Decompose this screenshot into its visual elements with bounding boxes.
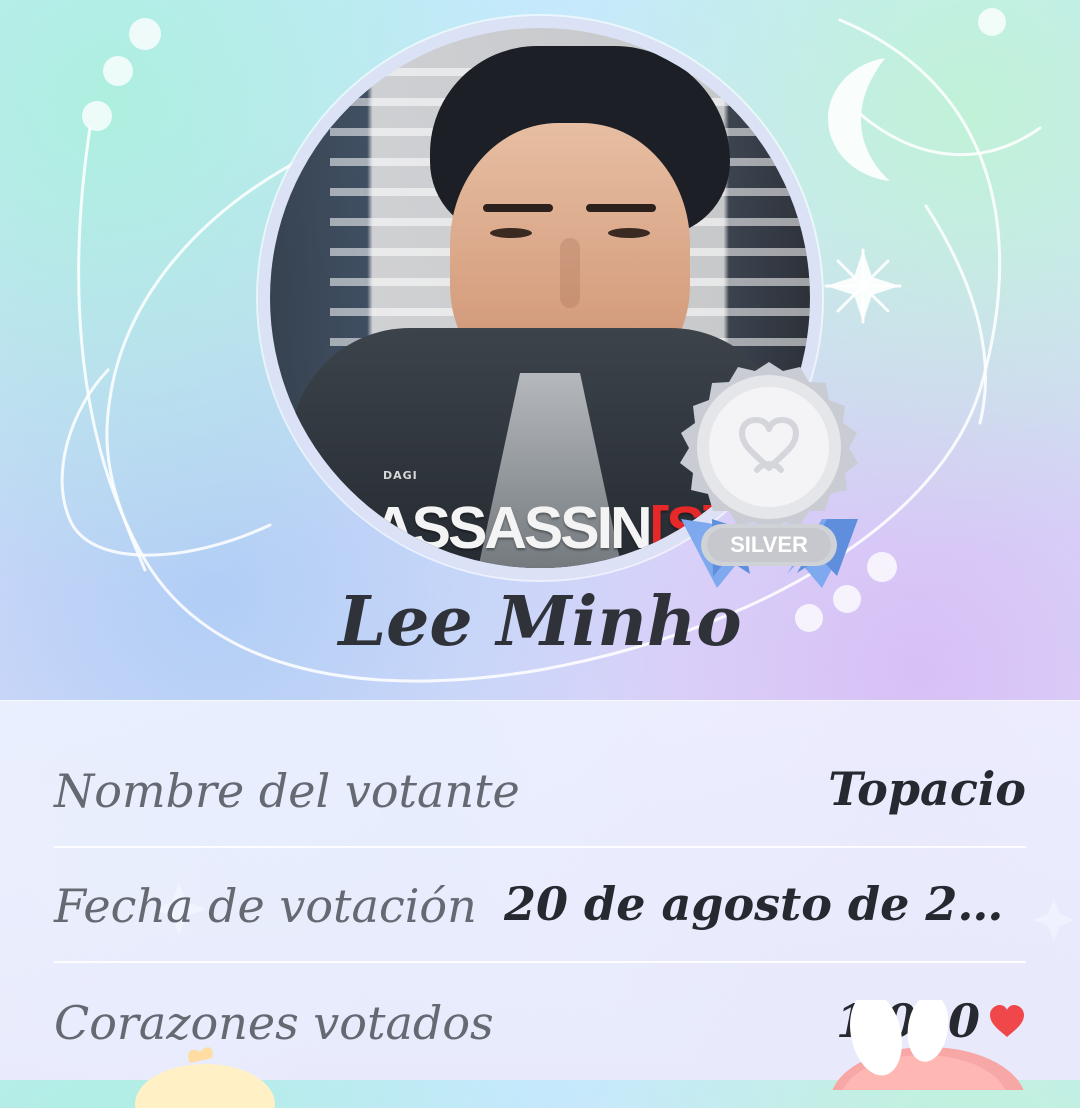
- badge-label: SILVER: [730, 532, 808, 557]
- vote-date-value: 20 de agosto de 202...: [504, 877, 1026, 931]
- right-brow: [586, 204, 656, 212]
- poster-small-text: DAGI: [383, 469, 418, 482]
- cartoon-bird-sticker: [135, 1047, 275, 1108]
- right-eye: [608, 228, 650, 238]
- cartoon-bunny-sticker: [832, 1000, 1024, 1090]
- portrait-nose: [560, 238, 580, 308]
- details-divider: [54, 846, 1026, 848]
- silver-badge: SILVER: [680, 362, 858, 588]
- left-eye: [490, 228, 532, 238]
- artist-name: Lee Minho: [338, 582, 742, 662]
- artist-card-header: DAGI ASSASSIN[S] SILVER Lee Minho: [0, 0, 1080, 700]
- vote-date-row: Fecha de votación 20 de agosto de 202...: [54, 853, 1026, 961]
- details-divider: [54, 961, 1026, 963]
- left-brow: [483, 204, 553, 212]
- badge-inner-circle: [709, 387, 829, 507]
- voter-name-label: Nombre del votante: [54, 764, 520, 818]
- voter-name-row: Nombre del votante Topacio: [54, 738, 1026, 846]
- poster-title-main: ASSASSIN: [372, 495, 653, 561]
- voter-name-value: Topacio: [828, 762, 1026, 816]
- vote-date-label: Fecha de votación: [54, 879, 477, 933]
